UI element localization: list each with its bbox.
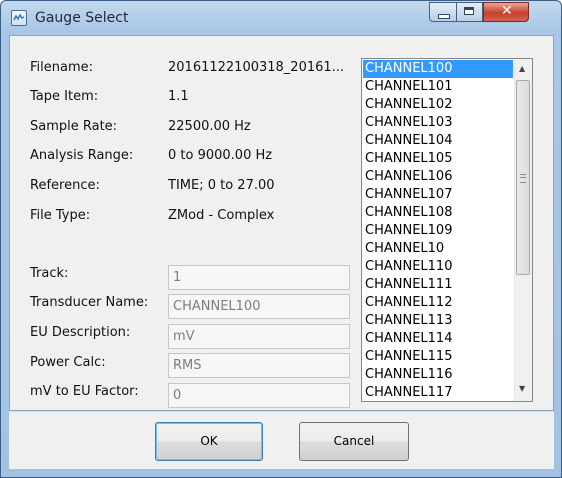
vertical-scrollbar[interactable]: ▲ ▼ — [514, 59, 532, 401]
maximize-icon — [464, 7, 474, 15]
button-bar: OK Cancel — [9, 411, 554, 469]
channel-list-item[interactable]: CHANNEL113 — [363, 312, 513, 330]
channel-list-item[interactable]: CHANNEL101 — [363, 78, 513, 96]
close-icon: ✕ — [501, 3, 513, 19]
grip-icon — [520, 174, 526, 183]
cancel-button[interactable]: Cancel — [299, 422, 409, 461]
channel-list-item[interactable]: CHANNEL117 — [363, 384, 513, 401]
channel-list-item[interactable]: CHANNEL114 — [363, 330, 513, 348]
channel-list-item[interactable]: CHANNEL116 — [363, 366, 513, 384]
title-bar[interactable]: Gauge Select ✕ — [1, 1, 561, 35]
scroll-down-icon[interactable]: ▼ — [519, 384, 525, 393]
channel-list-item[interactable]: CHANNEL107 — [363, 186, 513, 204]
channel-list-item[interactable]: CHANNEL115 — [363, 348, 513, 366]
scroll-thumb[interactable] — [516, 80, 530, 275]
sample-rate-label: Sample Rate: — [30, 119, 118, 134]
power-calc-field[interactable] — [168, 353, 350, 378]
dialog-window: Gauge Select ✕ Filename: 20161122100318_… — [0, 0, 562, 478]
scroll-up-icon[interactable]: ▲ — [519, 64, 525, 73]
channel-list-item[interactable]: CHANNEL102 — [363, 96, 513, 114]
minimize-icon — [438, 14, 450, 19]
power-calc-label: Power Calc: — [30, 355, 106, 370]
channel-list-item[interactable]: CHANNEL100 — [363, 60, 513, 78]
minimize-button[interactable] — [429, 2, 456, 22]
tape-item-label: Tape Item: — [30, 89, 99, 104]
channel-list-item[interactable]: CHANNEL111 — [363, 276, 513, 294]
transducer-name-label: Transducer Name: — [30, 295, 149, 310]
file-type-label: File Type: — [30, 208, 91, 223]
channel-list-item[interactable]: CHANNEL105 — [363, 150, 513, 168]
channel-list-item[interactable]: CHANNEL106 — [363, 168, 513, 186]
analysis-range-value: 0 to 9000.00 Hz — [168, 148, 273, 163]
app-icon — [11, 10, 27, 26]
maximize-button[interactable] — [456, 2, 483, 22]
eu-description-label: EU Description: — [30, 325, 131, 340]
channel-list-item[interactable]: CHANNEL109 — [363, 222, 513, 240]
tape-item-value: 1.1 — [168, 89, 189, 104]
reference-value: TIME; 0 to 27.00 — [168, 178, 275, 193]
channel-list-item[interactable]: CHANNEL103 — [363, 114, 513, 132]
ok-button[interactable]: OK — [155, 422, 263, 461]
channel-list-item[interactable]: CHANNEL10 — [363, 240, 513, 258]
reference-label: Reference: — [30, 178, 100, 193]
file-type-value: ZMod - Complex — [168, 208, 275, 223]
analysis-range-label: Analysis Range: — [30, 148, 134, 163]
transducer-name-field[interactable] — [168, 294, 350, 319]
channel-list-item[interactable]: CHANNEL108 — [363, 204, 513, 222]
sample-rate-value: 22500.00 Hz — [168, 119, 251, 134]
mv-to-eu-factor-label: mV to EU Factor: — [30, 384, 139, 399]
channel-listbox[interactable]: CHANNEL100 CHANNEL101 CHANNEL102 CHANNEL103… — [361, 58, 533, 402]
close-button[interactable]: ✕ — [483, 2, 529, 22]
filename-label: Filename: — [30, 60, 94, 75]
window-title: Gauge Select — [35, 10, 129, 26]
mv-to-eu-factor-field[interactable] — [168, 383, 350, 408]
channel-list-item[interactable]: CHANNEL112 — [363, 294, 513, 312]
track-label: Track: — [30, 266, 69, 281]
eu-description-field[interactable] — [168, 324, 350, 349]
filename-value: 20161122100318_20161... — [168, 60, 345, 75]
track-field[interactable] — [168, 265, 350, 290]
channel-list-item[interactable]: CHANNEL104 — [363, 132, 513, 150]
dialog-content: Filename: 20161122100318_20161... Tape I… — [9, 35, 554, 411]
channel-list-item[interactable]: CHANNEL110 — [363, 258, 513, 276]
